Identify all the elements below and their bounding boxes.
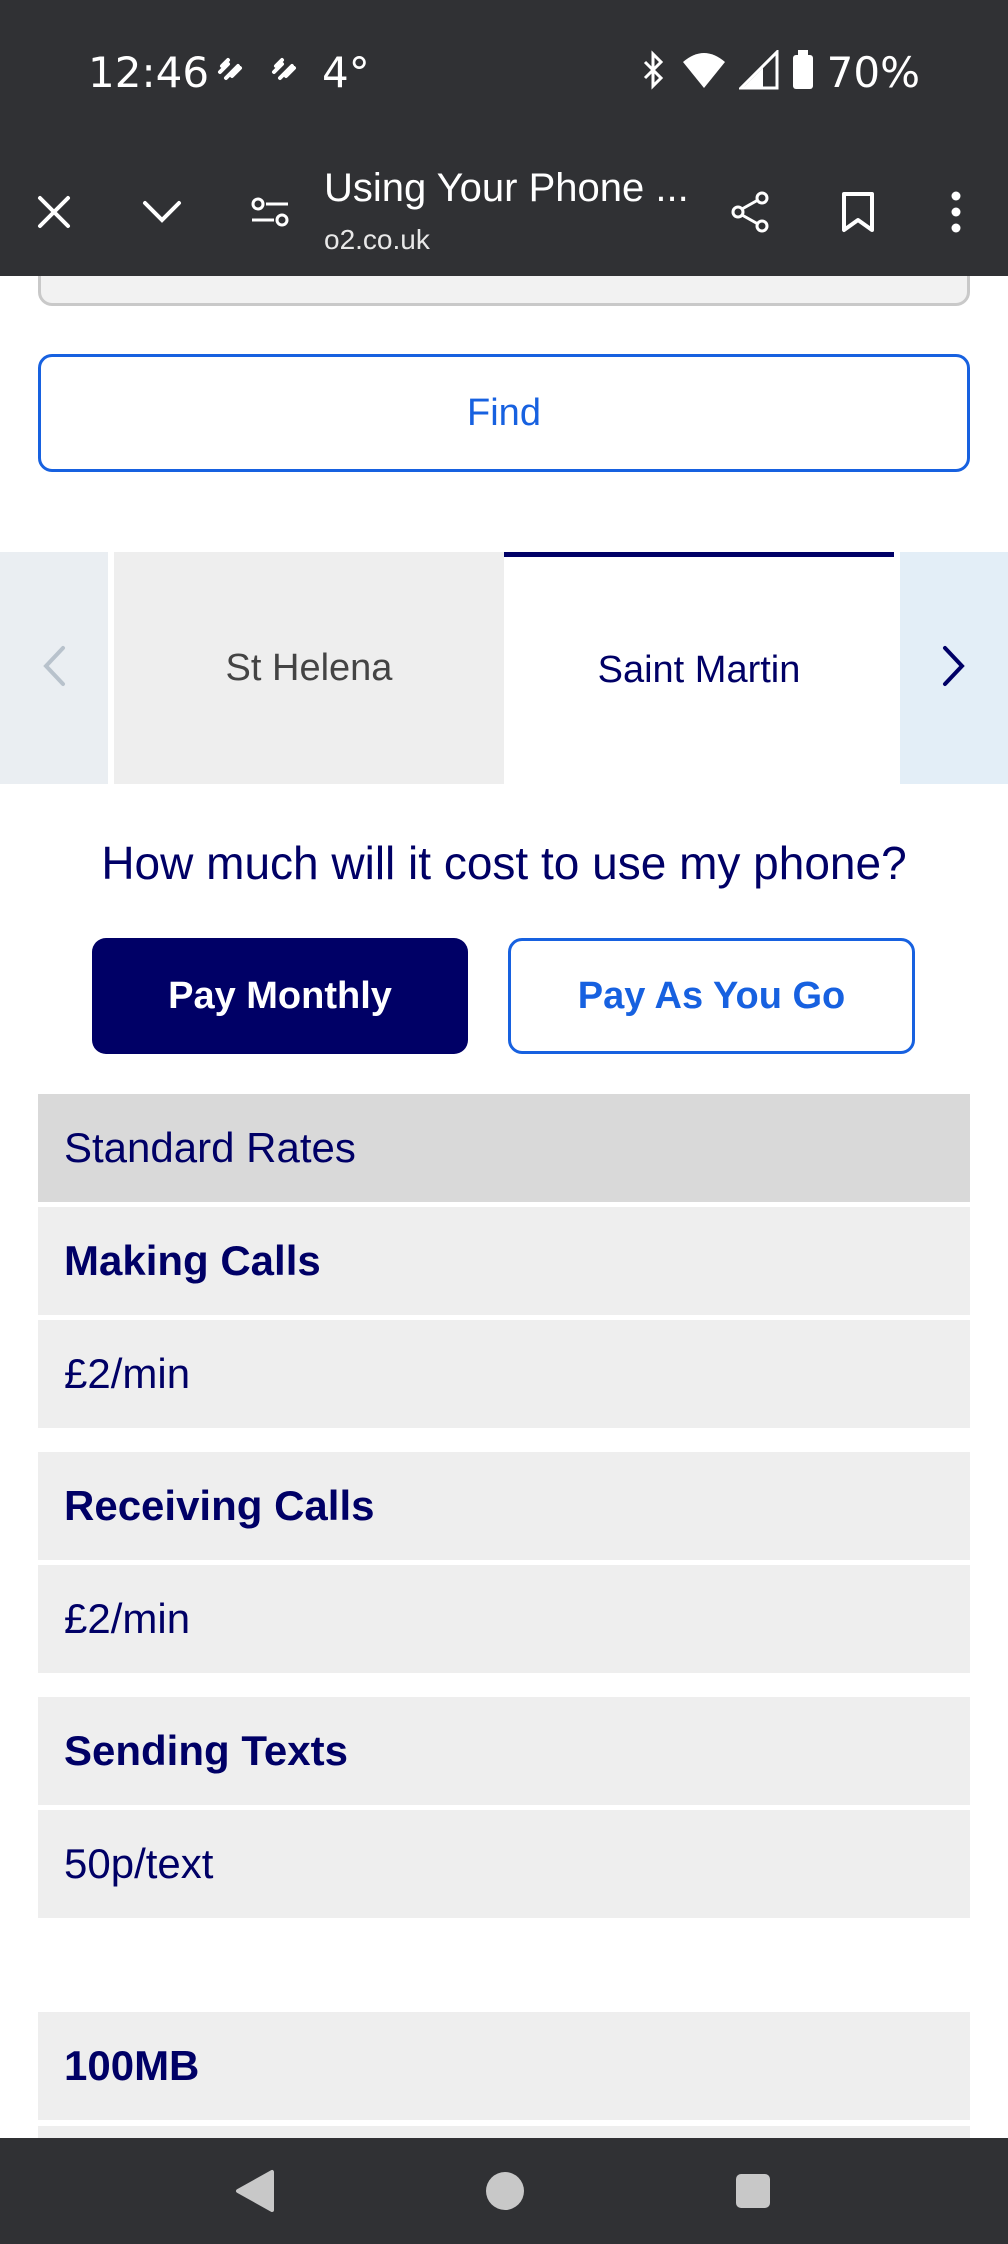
status-icons: 70% (639, 48, 920, 97)
notification-icon (214, 52, 248, 95)
find-button[interactable]: Find (38, 354, 970, 472)
receiving-calls-value: £2/min (38, 1565, 970, 1673)
pay-as-you-go-button[interactable]: Pay As You Go (508, 938, 915, 1054)
bookmark-icon[interactable] (826, 180, 890, 244)
making-calls-value: £2/min (38, 1320, 970, 1428)
receiving-calls-label: Receiving Calls (38, 1452, 970, 1560)
recents-icon[interactable] (728, 2166, 778, 2216)
tab-saint-martin[interactable]: Saint Martin (504, 552, 894, 784)
next-tab-button[interactable] (900, 552, 1008, 784)
sending-texts-value: 50p/text (38, 1810, 970, 1918)
more-options-icon[interactable] (924, 180, 988, 244)
bluetooth-icon (639, 50, 669, 95)
battery-icon (791, 50, 815, 95)
battery-percent: 70% (826, 48, 920, 97)
page-info-icon[interactable] (238, 180, 302, 244)
rates-heading: Standard Rates (38, 1094, 970, 1202)
destination-tabs: St Helena Saint Martin (0, 552, 1008, 784)
chevron-left-icon (42, 645, 66, 692)
chevron-down-icon[interactable] (130, 180, 194, 244)
page-title: Using Your Phone ... (324, 166, 689, 210)
sending-texts-label: Sending Texts (38, 1697, 970, 1805)
search-input[interactable] (38, 276, 970, 306)
data-allowance-label: 100MB (38, 2012, 970, 2120)
previous-tab-button[interactable] (0, 552, 108, 784)
wifi-icon (681, 50, 727, 95)
making-calls-label: Making Calls (38, 1207, 970, 1315)
share-icon[interactable] (718, 180, 782, 244)
signal-icon (737, 48, 779, 95)
page-content: Find St Helena Saint Martin How much wil… (0, 276, 1008, 2138)
clock: 12:46 (88, 48, 210, 97)
status-bar: 12:46 4° 70% (0, 0, 1008, 150)
cost-question-heading: How much will it cost to use my phone? (101, 837, 907, 889)
temperature: 4° (322, 48, 370, 97)
data-allowance-value (38, 2126, 970, 2138)
notification-icon (268, 52, 302, 95)
chevron-right-icon (942, 645, 966, 692)
page-url[interactable]: o2.co.uk (324, 224, 430, 256)
tab-st-helena[interactable]: St Helena (114, 552, 504, 784)
system-nav-bar (0, 2138, 1008, 2244)
back-icon[interactable] (230, 2166, 280, 2216)
browser-toolbar: Using Your Phone ... o2.co.uk (0, 150, 1008, 276)
close-icon[interactable] (22, 180, 86, 244)
pay-monthly-button[interactable]: Pay Monthly (92, 938, 468, 1054)
home-icon[interactable] (480, 2166, 530, 2216)
